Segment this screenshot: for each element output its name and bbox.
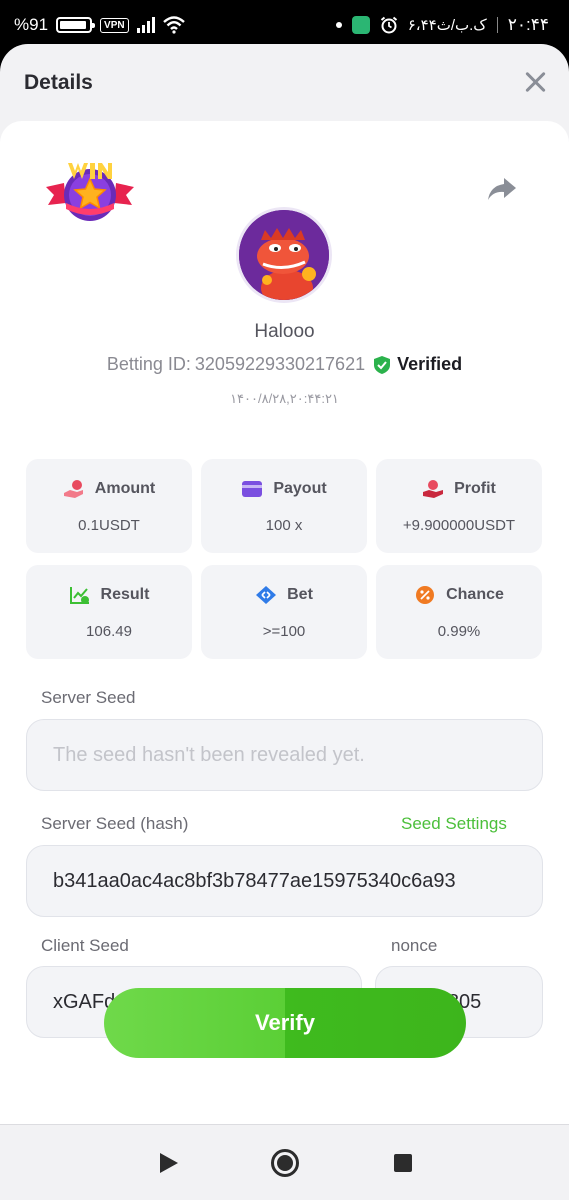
chart-check-icon <box>69 587 89 604</box>
details-sheet: Details Halooo Betting ID: 3205922933021… <box>0 44 569 1124</box>
stat-result-value: 106.49 <box>86 623 132 640</box>
coins-hand-icon <box>63 480 83 498</box>
status-date: ۶،۴۴ک.ب/ث <box>407 17 487 34</box>
status-bar: %91 VPN ۶،۴۴ک.ب/ث ۲۰:۴۴ <box>0 0 569 46</box>
server-seed-hash-label: Server Seed (hash) <box>41 814 189 833</box>
nonce-label: nonce <box>391 936 438 955</box>
verify-button[interactable]: Verify <box>104 988 466 1058</box>
server-seed-field[interactable]: The seed hasn't been revealed yet. <box>26 719 543 791</box>
money-hand-icon <box>423 480 444 498</box>
back-nav-icon[interactable] <box>160 1153 178 1173</box>
stat-profit-value: +9.900000USDT <box>402 517 516 534</box>
status-time: ۲۰:۴۴ <box>507 15 549 34</box>
status-left: %91 VPN <box>14 15 185 35</box>
stat-amount-value: 0.1USDT <box>78 517 140 534</box>
stat-result-label: Result <box>100 586 150 603</box>
stat-payout-value: 100 x <box>265 517 303 534</box>
percent-icon <box>416 586 435 604</box>
card-icon <box>242 481 263 497</box>
wifi-icon <box>162 16 185 34</box>
username: Halooo <box>254 321 315 342</box>
sheet-header: Details <box>0 44 569 120</box>
stat-bet: Bet >=100 <box>201 565 367 659</box>
stat-amount: Amount 0.1USDT <box>26 459 192 553</box>
server-seed-hash-field[interactable]: b341aa0ac4ac8bf3b78477ae15975340c6a93 <box>26 845 543 917</box>
battery-percent: %91 <box>14 15 49 34</box>
bet-datetime: ۱۴۰۰/۸/۲۸,۲۰:۴۴:۲۱ <box>230 391 339 406</box>
verified-shield-icon <box>374 355 391 374</box>
signal-icon <box>136 17 155 33</box>
app-notification-icon <box>351 16 370 34</box>
battery-icon <box>56 17 96 33</box>
stat-bet-value: >=100 <box>262 623 306 640</box>
tag-arrows-icon <box>256 586 277 604</box>
notification-dot-icon <box>335 22 342 28</box>
vpn-icon: VPN <box>100 17 129 33</box>
avatar <box>236 207 332 303</box>
betting-id-label: Betting ID: <box>106 354 191 374</box>
status-separator <box>496 17 498 33</box>
stat-payout-label: Payout <box>273 480 327 497</box>
stat-amount-label: Amount <box>94 480 156 497</box>
sheet-title: Details <box>24 71 93 94</box>
status-right: ۶،۴۴ک.ب/ث ۲۰:۴۴ <box>335 15 549 35</box>
alarm-icon <box>380 16 397 34</box>
stat-profit: Profit +9.900000USDT <box>376 459 542 553</box>
stat-payout: Payout 100 x <box>201 459 367 553</box>
close-icon[interactable] <box>523 70 547 94</box>
home-nav-icon[interactable] <box>271 1149 299 1177</box>
dragon-avatar-icon <box>239 210 329 300</box>
server-seed-label: Server Seed <box>41 688 136 707</box>
stat-chance: Chance 0.99% <box>376 565 542 659</box>
bet-details-card: Halooo Betting ID: 32059229330217621 Ver… <box>0 121 569 1124</box>
stat-chance-label: Chance <box>446 586 504 603</box>
stat-result: Result 106.49 <box>26 565 192 659</box>
seed-settings-link[interactable]: Seed Settings <box>401 814 507 834</box>
system-nav-bar <box>0 1124 569 1200</box>
share-icon[interactable] <box>487 176 517 202</box>
stat-bet-label: Bet <box>287 586 313 603</box>
stat-chance-value: 0.99% <box>437 623 481 640</box>
stat-profit-label: Profit <box>454 480 496 497</box>
betting-id-row: Betting ID: 32059229330217621 Verified <box>0 354 569 375</box>
recents-nav-icon[interactable] <box>394 1154 412 1172</box>
stats-grid: Amount 0.1USDT Payout 100 x Profit +9.90… <box>26 459 543 659</box>
win-badge-icon <box>46 163 134 221</box>
client-seed-label: Client Seed <box>41 936 129 955</box>
verified-label: Verified <box>397 354 463 374</box>
betting-id-value: 32059229330217621 <box>194 354 366 374</box>
